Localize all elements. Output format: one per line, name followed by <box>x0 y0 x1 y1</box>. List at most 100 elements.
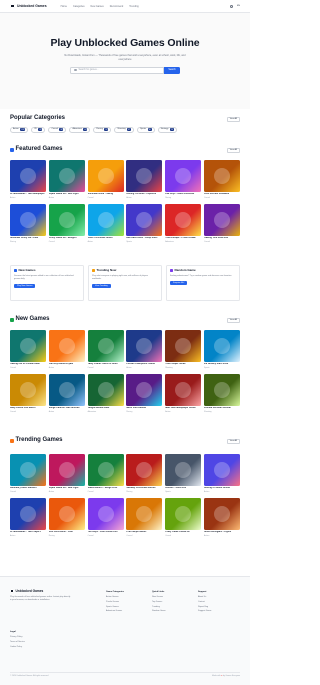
category-chip-2d[interactable]: 2D 89 <box>31 127 46 133</box>
footer-link[interactable]: Suggest Game <box>198 610 211 613</box>
game-title[interactable]: Geometry Dash Subzero <box>10 487 46 490</box>
feature-card-button[interactable]: Surprise Me! <box>170 280 188 286</box>
game-thumbnail[interactable] <box>203 454 240 486</box>
game-title[interactable]: Jungle Marble Blast <box>88 407 124 410</box>
game-title[interactable]: Street Hooligans - Fights <box>204 531 240 534</box>
footer-link-privacy[interactable]: Privacy Policy <box>10 636 25 639</box>
language-selector[interactable]: EN <box>237 5 240 8</box>
game-thumbnail[interactable] <box>87 204 124 236</box>
game-thumbnail[interactable] <box>165 160 202 192</box>
search-input[interactable]: Search for games... <box>70 66 164 74</box>
game-thumbnail[interactable] <box>48 374 85 406</box>
game-title[interactable]: Crazy Cattle Chase 3D <box>165 531 201 534</box>
game-thumbnail[interactable] <box>165 330 202 362</box>
footer-link[interactable]: Adventure Games <box>106 610 124 613</box>
game-thumbnail[interactable] <box>126 160 163 192</box>
nav-trending[interactable]: Trending <box>129 5 138 8</box>
footer-link[interactable]: Top Games <box>152 601 166 604</box>
category-chip-racing[interactable]: Racing 52 <box>93 127 112 133</box>
feature-card-button[interactable]: View Trending <box>92 283 111 289</box>
game-thumbnail[interactable] <box>48 330 85 362</box>
game-thumbnail[interactable] <box>126 204 163 236</box>
footer-link-terms[interactable]: Terms of Service <box>10 641 25 644</box>
game-title[interactable]: Stickman Crazy Car Trials <box>10 237 46 240</box>
game-thumbnail[interactable] <box>10 204 46 236</box>
game-thumbnail[interactable] <box>126 374 163 406</box>
game-thumbnail[interactable] <box>203 160 240 192</box>
game-card[interactable]: Slot Cars Racer - Free Racing <box>48 498 85 540</box>
game-title[interactable]: Ball Race Rush - Hoop Stars <box>126 237 162 240</box>
game-thumbnail[interactable] <box>87 454 124 486</box>
game-title[interactable]: Squid Game 3D - Run Light <box>49 193 85 196</box>
category-chip-adventure[interactable]: Adventure 64 <box>69 127 91 133</box>
game-title[interactable]: Daily Puzzle Fun Match <box>10 407 46 410</box>
game-title[interactable]: Slot Cars Racer - Free <box>49 531 85 534</box>
game-card[interactable]: 12 MiniBattles - Two Multiplayer Action <box>10 160 46 202</box>
feature-card-button[interactable]: Play New Games <box>14 283 36 289</box>
game-thumbnail[interactable] <box>10 160 46 192</box>
featured-view-all-button[interactable]: View All <box>226 147 240 154</box>
game-thumbnail[interactable] <box>203 498 240 530</box>
footer-link[interactable]: Random Game <box>152 610 166 613</box>
game-thumbnail[interactable] <box>48 454 85 486</box>
game-title[interactable]: Talking Cat vs Cookie Dash <box>10 363 46 366</box>
footer-link[interactable]: New Games <box>152 596 166 599</box>
game-card[interactable]: Suika Game 2 - Merge Fruit Casual <box>87 454 124 496</box>
game-thumbnail[interactable] <box>48 160 85 192</box>
game-title[interactable]: Stickman Hook - Swing <box>88 193 124 196</box>
game-thumbnail[interactable] <box>165 204 202 236</box>
game-thumbnail[interactable] <box>165 374 202 406</box>
game-card[interactable]: Daily Puzzle Fun Match Casual <box>10 374 46 416</box>
game-title[interactable]: Ice Hockey Stars 2026 <box>204 363 240 366</box>
category-chip-strategy[interactable]: Strategy 29 <box>157 127 177 133</box>
game-thumbnail[interactable] <box>126 454 163 486</box>
game-card[interactable]: Fall Boys - Race Knockout Racing <box>165 160 202 202</box>
game-title[interactable]: Squid Game 3D - Red Light <box>49 487 85 490</box>
logo-icon[interactable] <box>10 4 15 8</box>
game-card[interactable]: Stickman Hook - Swing Casual <box>87 160 124 202</box>
footer-brand[interactable]: Unblocked Games <box>10 589 43 593</box>
game-card[interactable]: GolfHill - Stick Golf Sports <box>165 454 202 496</box>
game-title[interactable]: 12 MiniBattles - Two Players <box>10 531 46 534</box>
game-card[interactable]: Fall Guy Battle Royale Action <box>48 330 85 372</box>
game-title[interactable]: Pocket Champions: Battle <box>126 363 162 366</box>
game-thumbnail[interactable] <box>87 374 124 406</box>
game-card[interactable]: Crazy Cattle Chase 3D Casual <box>165 498 202 540</box>
game-title[interactable]: Subway Christmas Runner <box>126 487 162 490</box>
game-card[interactable]: Zombie Survival Shooter Shooting <box>203 374 240 416</box>
game-title[interactable]: Fall Guy Battle Royale <box>49 363 85 366</box>
game-title[interactable]: GolfHill - Stick Golf <box>165 487 201 490</box>
game-card[interactable]: Ice Hockey Stars 2026 Sports <box>203 330 240 372</box>
game-title[interactable]: Mad Tank Multiplayer Arena <box>165 407 201 410</box>
game-thumbnail[interactable] <box>87 160 124 192</box>
game-card[interactable]: Ball Race Rush - Hoop Stars Sports <box>126 204 163 246</box>
game-card[interactable]: Squid Game 3D - Run Light Action <box>48 160 85 202</box>
game-card[interactable]: Thief Sniper Strike Shooting <box>165 330 202 372</box>
footer-link[interactable]: Action Games <box>106 596 124 599</box>
game-title[interactable]: Crazy Cattle 3D - Minigolf <box>49 237 85 240</box>
category-chip-action[interactable]: Action 128 <box>10 127 29 133</box>
game-thumbnail[interactable] <box>48 204 85 236</box>
game-card[interactable]: Cool Kitchen Simulator Casual <box>203 160 240 202</box>
game-thumbnail[interactable] <box>203 330 240 362</box>
game-card[interactable]: Tasty Planet: Back for More Casual <box>87 330 124 372</box>
game-title[interactable]: Fruit Ninja Classic <box>126 531 162 534</box>
game-thumbnail[interactable] <box>10 454 46 486</box>
game-thumbnail[interactable] <box>87 330 124 362</box>
footer-link[interactable]: About Us <box>198 596 211 599</box>
game-title[interactable]: Merge Cannon: Ball Shooter <box>49 407 85 410</box>
footer-link[interactable]: Puzzle Games <box>106 601 124 604</box>
game-title[interactable]: Thief Sniper Strike <box>165 363 201 366</box>
game-title[interactable]: Among Us Mods - Impostor <box>126 193 162 196</box>
new-games-view-all-button[interactable]: View All <box>226 317 240 324</box>
game-title[interactable]: Talking Tom Gold Run <box>204 237 240 240</box>
category-chip-shooting[interactable]: Shooting 47 <box>114 127 135 133</box>
categories-view-all-button[interactable]: View All <box>226 116 240 123</box>
game-title[interactable]: Zombie Survival Shooter <box>204 407 240 410</box>
footer-link[interactable]: Trending <box>152 606 166 609</box>
game-title[interactable]: Suika Game 2 - Merge Fruit <box>88 487 124 490</box>
game-thumbnail[interactable] <box>165 498 202 530</box>
site-logo-text[interactable]: Unblocked Games <box>17 4 47 8</box>
game-title[interactable]: Fall Guys - Free Online Fun <box>88 531 124 534</box>
game-card[interactable]: Stickman Crazy Car Trials Racing <box>10 204 46 246</box>
